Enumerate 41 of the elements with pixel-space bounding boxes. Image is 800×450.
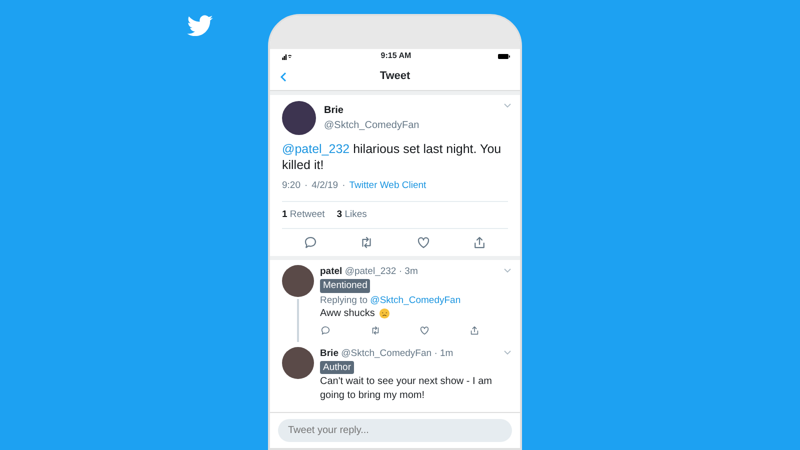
user-name: patel <box>320 266 342 277</box>
thread-line <box>297 299 299 342</box>
battery-icon <box>496 52 512 60</box>
reply-time: 3m <box>404 266 418 277</box>
tweet-date: 4/2/19 <box>312 178 338 192</box>
avatar-photo-placeholder <box>282 265 314 297</box>
user-name: Brie <box>324 104 344 118</box>
mention-link[interactable]: @Sktch_ComedyFan <box>370 294 461 306</box>
dot-separator: · <box>342 178 346 192</box>
replying-to-text: Replying to @Sktch_ComedyFan <box>320 294 462 307</box>
share-icon[interactable] <box>472 235 488 250</box>
user-handle: @Sktch_ComedyFan <box>324 119 420 133</box>
dot-separator: · <box>434 348 438 359</box>
user-handle: @Sktch_ComedyFan <box>341 348 432 359</box>
page-title: Tweet <box>378 69 412 84</box>
reply-icon[interactable] <box>302 235 318 250</box>
dot-separator: · <box>304 178 308 192</box>
role-label: Author <box>320 361 354 374</box>
emoji-face-icon <box>378 308 390 320</box>
user-handle: @patel_232 <box>344 266 396 277</box>
retweet-icon[interactable] <box>370 324 381 336</box>
stat-count[interactable]: 3 Likes <box>336 208 367 222</box>
reply-icon[interactable] <box>320 324 331 336</box>
client-link[interactable]: Twitter Web Client <box>349 178 426 193</box>
heart-icon[interactable] <box>419 324 430 336</box>
stat-count[interactable]: 1 Retweet <box>282 208 325 222</box>
reply-text: Aww shucks <box>320 306 375 321</box>
avatar-photo-placeholder <box>282 346 314 379</box>
status-time: 9:15 AM <box>380 50 412 62</box>
heart-icon[interactable] <box>416 235 431 250</box>
reply-text: Can't wait to see your next show - I am going to bring my mom! <box>320 375 493 404</box>
share-icon[interactable] <box>468 324 480 336</box>
user-name: Brie <box>320 348 338 359</box>
reply-time: 1m <box>440 348 454 359</box>
mention-link[interactable]: @patel_232 <box>282 142 350 156</box>
role-label: Mentioned <box>320 279 370 293</box>
tweet-time: 9:20 <box>282 178 300 192</box>
tweet-text: @patel_232 hilarious set last night. You killed it! <box>282 141 502 174</box>
avatar-photo-placeholder <box>282 101 316 135</box>
dot-separator: · <box>398 266 402 277</box>
reply-input-field[interactable]: Tweet your reply... <box>278 419 512 442</box>
